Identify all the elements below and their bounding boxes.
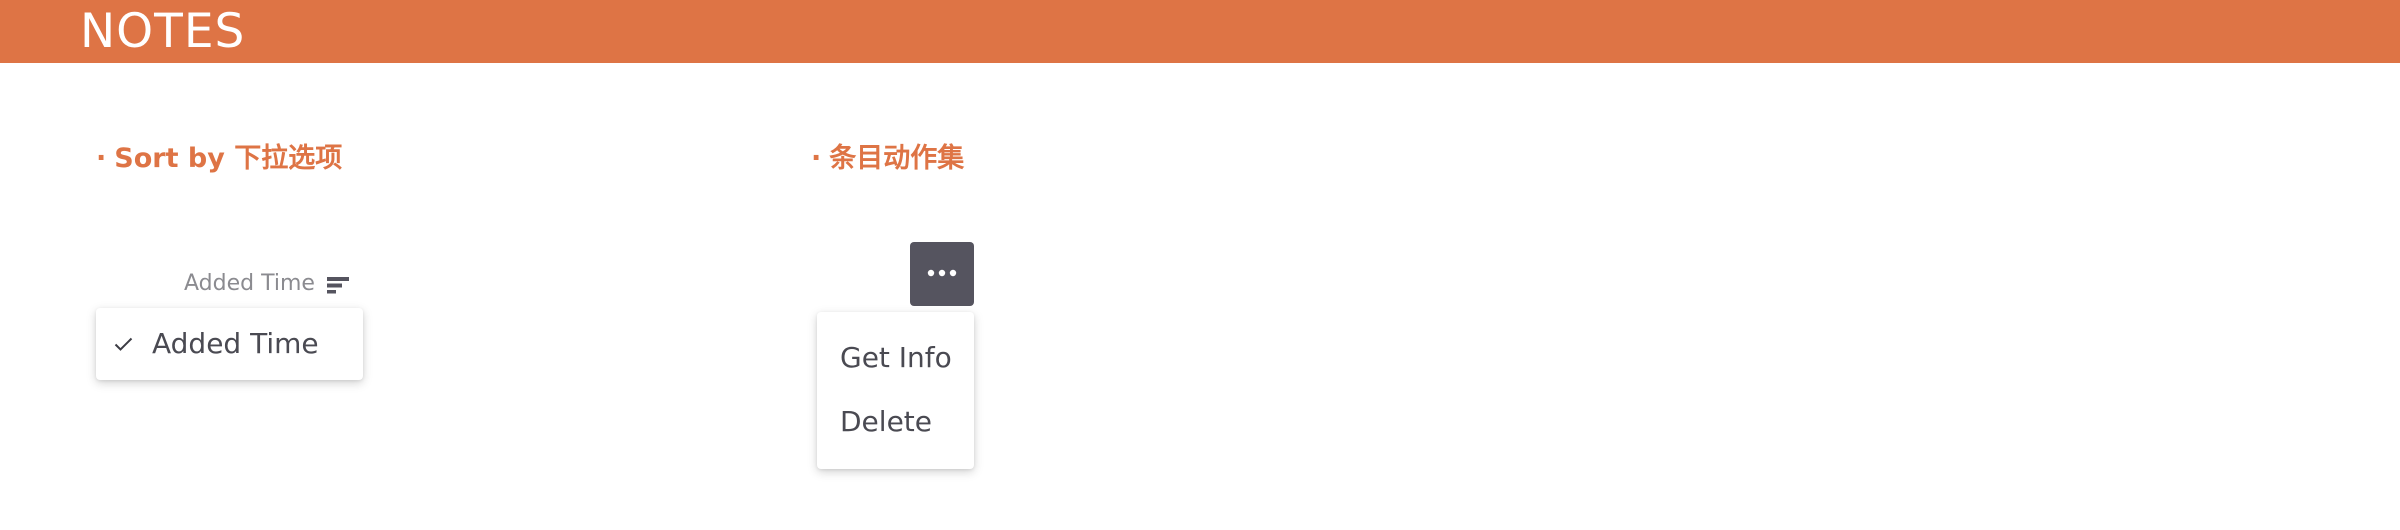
section-bullet: · [811, 143, 822, 174]
more-horizontal-icon [927, 269, 957, 277]
section-bullet: · [96, 143, 107, 174]
app-title: NOTES [80, 4, 246, 59]
sort-option-label: Added Time [152, 327, 319, 360]
sort-by-current-label: Added Time [184, 271, 315, 296]
more-actions-button[interactable] [910, 242, 974, 306]
menu-item-label: Delete [840, 405, 932, 438]
section-title-actions: · 条目动作集 [811, 142, 964, 176]
sort-by-menu: Added Time [96, 308, 363, 380]
section-title-sort: · Sort by 下拉选项 [96, 142, 342, 176]
check-icon [114, 336, 133, 352]
sort-option-added-time[interactable]: Added Time [96, 308, 363, 380]
section-title-actions-text: 条目动作集 [829, 143, 965, 174]
menu-item-label: Get Info [840, 341, 952, 374]
menu-item-get-info[interactable]: Get Info [817, 330, 974, 386]
sort-lines-icon [326, 276, 349, 294]
item-actions-menu: Get Info Delete [817, 312, 974, 469]
sort-by-dropdown-trigger[interactable]: Added Time [184, 268, 349, 300]
menu-item-delete[interactable]: Delete [817, 394, 974, 450]
section-title-sort-text: Sort by 下拉选项 [114, 143, 343, 174]
app-header: NOTES [0, 0, 2400, 63]
